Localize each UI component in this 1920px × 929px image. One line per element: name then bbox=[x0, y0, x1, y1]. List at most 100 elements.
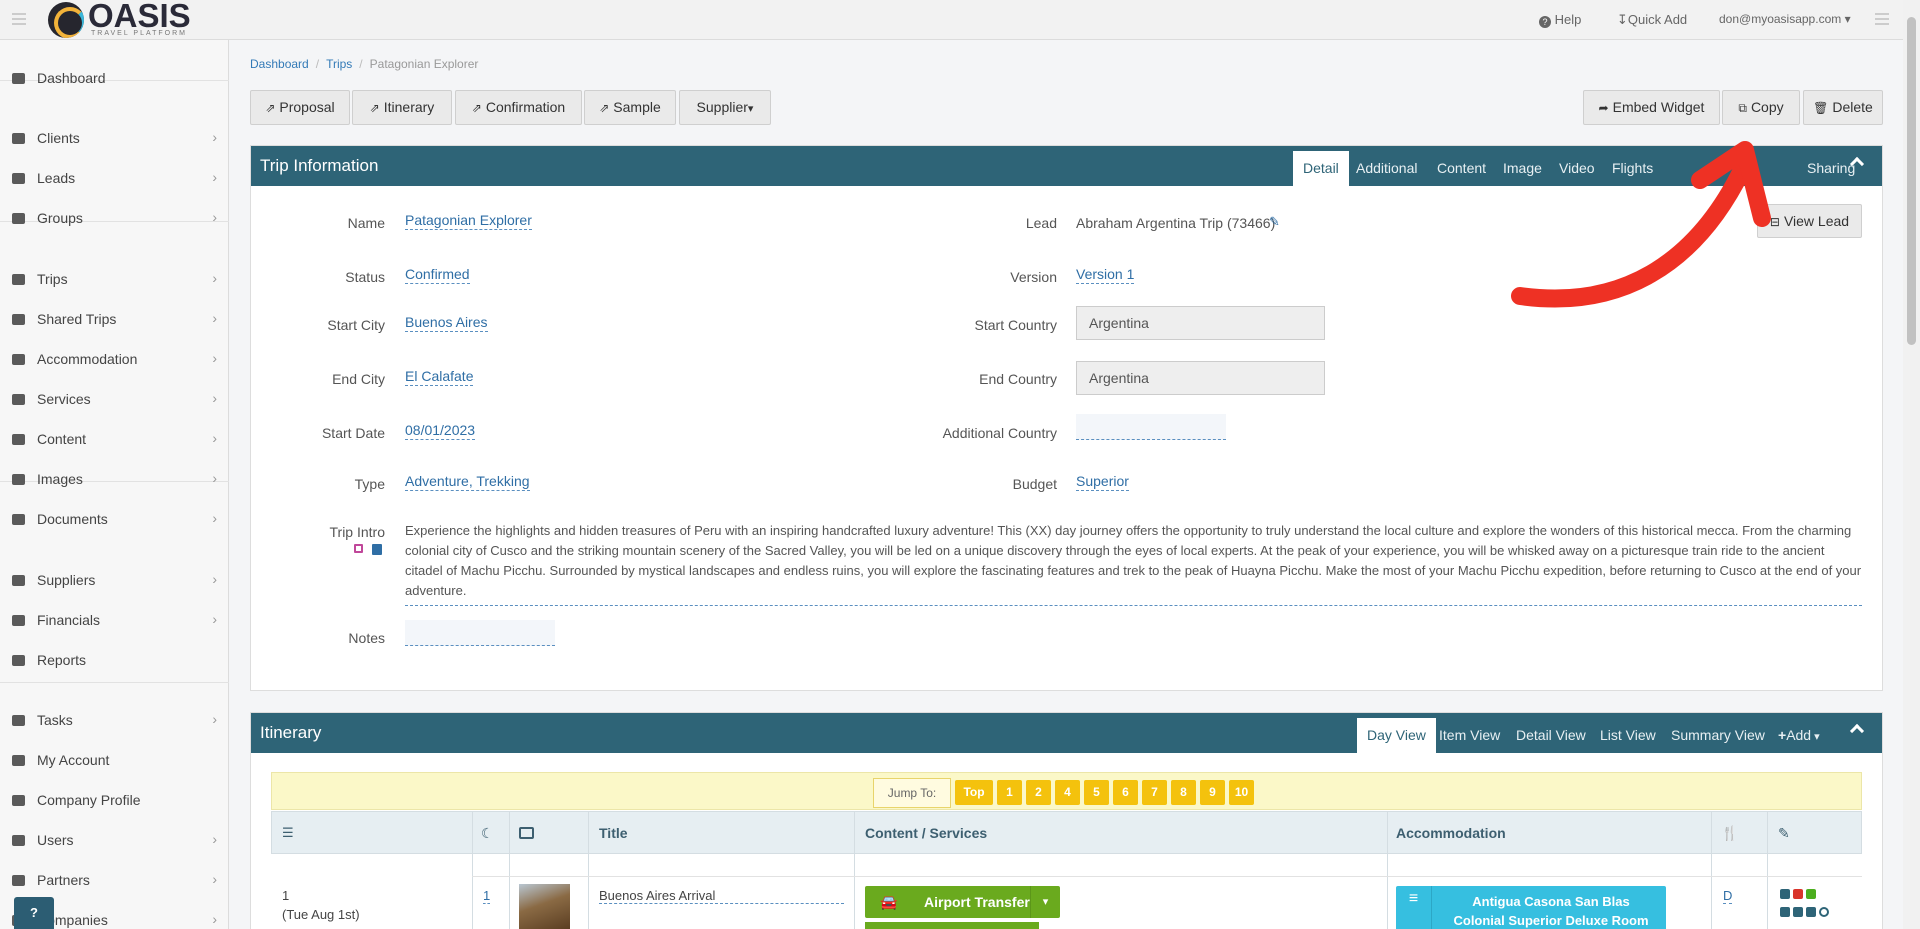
scrollbar-thumb[interactable] bbox=[1907, 17, 1916, 345]
embed-widget-button[interactable]: ➦ Embed Widget bbox=[1583, 90, 1720, 125]
sidebar-item-company-profile[interactable]: Company Profile bbox=[0, 782, 229, 818]
tab-additional[interactable]: Additional bbox=[1356, 160, 1418, 176]
add-dropdown[interactable]: +Add ▾ bbox=[1778, 727, 1820, 743]
tab-content[interactable]: Content bbox=[1437, 160, 1486, 176]
sidebar-item-trips[interactable]: Trips › bbox=[0, 261, 229, 297]
sidebar-item-users[interactable]: Users › bbox=[0, 822, 229, 858]
tab-item-view[interactable]: Item View bbox=[1439, 727, 1500, 743]
chevron-right-icon: › bbox=[212, 430, 217, 446]
search-icon[interactable] bbox=[1819, 907, 1829, 917]
sidebar-item-shared-trips[interactable]: Shared Trips › bbox=[0, 301, 229, 337]
sidebar-item-documents[interactable]: Documents › bbox=[0, 501, 229, 537]
jump-button-7[interactable]: 7 bbox=[1142, 780, 1167, 805]
itinerary-button[interactable]: ⇗ Itinerary bbox=[352, 90, 452, 125]
confirmation-button[interactable]: ⇗ Confirmation bbox=[455, 90, 582, 125]
add-icon[interactable] bbox=[1806, 889, 1816, 899]
flag-icon[interactable] bbox=[1780, 907, 1790, 917]
edit-icon[interactable] bbox=[354, 544, 363, 553]
sidebar-item-my-account[interactable]: My Account bbox=[0, 742, 229, 778]
collapse-icon[interactable] bbox=[1849, 723, 1865, 739]
help-link[interactable]: ? Help bbox=[1539, 12, 1581, 28]
jump-button-top[interactable]: Top bbox=[955, 780, 993, 805]
building-icon[interactable] bbox=[1806, 907, 1816, 917]
chevron-right-icon: › bbox=[212, 510, 217, 526]
start-country-field[interactable]: Argentina bbox=[1076, 306, 1325, 340]
sidebar-item-content[interactable]: Content › bbox=[0, 421, 229, 457]
start-date-field[interactable]: 08/01/2023 bbox=[405, 422, 476, 440]
order-icon[interactable]: ☰ bbox=[282, 825, 294, 841]
breadcrumb-dashboard[interactable]: Dashboard bbox=[250, 57, 309, 71]
jump-button-9[interactable]: 9 bbox=[1200, 780, 1225, 805]
copy-button[interactable]: ⧉ Copy bbox=[1722, 90, 1800, 125]
sidebar-item-leads[interactable]: Leads › bbox=[0, 160, 229, 196]
airport-transfer-service[interactable]: 🚘 Airport Transfer ▾ bbox=[865, 886, 1060, 918]
tab-day-view[interactable]: Day View bbox=[1357, 718, 1436, 753]
jump-button-4[interactable]: 4 bbox=[1055, 780, 1080, 805]
chevron-right-icon: › bbox=[212, 350, 217, 366]
sidebar-item-accommodation[interactable]: Accommodation › bbox=[0, 341, 229, 377]
sidebar-item-reports[interactable]: Reports bbox=[0, 642, 229, 678]
binoculars-icon[interactable] bbox=[1793, 907, 1803, 917]
day-title-field[interactable]: Buenos Aires Arrival bbox=[599, 888, 844, 904]
sidebar-item-groups[interactable]: Groups › bbox=[0, 200, 229, 236]
sidebar-item-suppliers[interactable]: Suppliers › bbox=[0, 562, 229, 598]
meal-field[interactable]: D bbox=[1723, 888, 1733, 904]
tab-summary-view[interactable]: Summary View bbox=[1671, 727, 1765, 743]
status-field[interactable]: Confirmed bbox=[405, 266, 470, 284]
end-country-field[interactable]: Argentina bbox=[1076, 361, 1325, 395]
jump-button-1[interactable]: 1 bbox=[997, 780, 1022, 805]
sample-button[interactable]: ⇗ Sample bbox=[584, 90, 676, 125]
trip-intro-field[interactable]: Experience the highlights and hidden tre… bbox=[405, 521, 1862, 606]
logo[interactable]: OASIS TRAVEL PLATFORM bbox=[48, 0, 198, 40]
quick-add-link[interactable]: ↧Quick Add bbox=[1617, 12, 1687, 28]
lead-label: Lead bbox=[1025, 215, 1057, 231]
additional-country-field[interactable] bbox=[1076, 414, 1226, 440]
sidebar-item-dashboard[interactable]: Dashboard bbox=[0, 60, 229, 96]
accommodation-button[interactable]: ≡ Antigua Casona San Blas Colonial Super… bbox=[1396, 886, 1666, 929]
second-service[interactable] bbox=[865, 922, 1039, 929]
name-field[interactable]: Patagonian Explorer bbox=[405, 212, 532, 230]
jump-button-8[interactable]: 8 bbox=[1171, 780, 1196, 805]
notes-field[interactable] bbox=[405, 620, 555, 646]
jump-button-6[interactable]: 6 bbox=[1113, 780, 1138, 805]
sidebar-item-images[interactable]: Images › bbox=[0, 461, 229, 497]
start-city-label: Start City bbox=[327, 317, 385, 333]
menu-icon[interactable] bbox=[12, 13, 26, 25]
settings-menu-icon[interactable] bbox=[1875, 13, 1889, 25]
sidebar-item-label: Shared Trips bbox=[37, 311, 117, 327]
start-city-field[interactable]: Buenos Aires bbox=[405, 314, 488, 332]
tab-sharing[interactable]: Sharing bbox=[1807, 160, 1855, 176]
version-field[interactable]: Version 1 bbox=[1076, 266, 1135, 284]
tab-detail-view[interactable]: Detail View bbox=[1516, 727, 1586, 743]
budget-field[interactable]: Superior bbox=[1076, 473, 1129, 491]
move-down-icon[interactable] bbox=[1780, 889, 1790, 899]
chevron-right-icon: › bbox=[212, 129, 217, 145]
type-field[interactable]: Adventure, Trekking bbox=[405, 473, 530, 491]
proposal-button[interactable]: ⇗ Proposal bbox=[250, 90, 350, 125]
jump-button-5[interactable]: 5 bbox=[1084, 780, 1109, 805]
tab-list-view[interactable]: List View bbox=[1600, 727, 1656, 743]
jump-button-10[interactable]: 10 bbox=[1229, 780, 1254, 805]
status-label: Status bbox=[345, 269, 385, 285]
edit-lead-icon[interactable]: ✎ bbox=[1269, 214, 1280, 230]
sidebar-item-financials[interactable]: Financials › bbox=[0, 602, 229, 638]
jump-button-2[interactable]: 2 bbox=[1026, 780, 1051, 805]
remove-icon[interactable] bbox=[1793, 889, 1803, 899]
sidebar-item-tasks[interactable]: Tasks › bbox=[0, 702, 229, 738]
breadcrumb-trips[interactable]: Trips bbox=[326, 57, 352, 71]
sidebar-item-clients[interactable]: Clients › bbox=[0, 120, 229, 156]
help-button[interactable]: ? bbox=[14, 897, 54, 929]
chevron-right-icon: › bbox=[212, 169, 217, 185]
sidebar-item-partners[interactable]: Partners › bbox=[0, 862, 229, 898]
sidebar-item-services[interactable]: Services › bbox=[0, 381, 229, 417]
delete-button[interactable]: 🗑 Delete bbox=[1803, 90, 1883, 125]
service-dropdown-caret[interactable]: ▾ bbox=[1030, 886, 1060, 918]
end-city-field[interactable]: El Calafate bbox=[405, 368, 474, 386]
col-divider bbox=[854, 811, 855, 929]
paste-icon[interactable] bbox=[372, 544, 382, 555]
day-thumbnail[interactable] bbox=[519, 884, 570, 929]
user-menu[interactable]: don@myoasisapp.com ▾ bbox=[1719, 12, 1851, 26]
nights-field[interactable]: 1 bbox=[483, 888, 491, 904]
tab-detail[interactable]: Detail bbox=[1293, 151, 1349, 186]
supplier-dropdown[interactable]: Supplier▾ bbox=[679, 90, 771, 125]
